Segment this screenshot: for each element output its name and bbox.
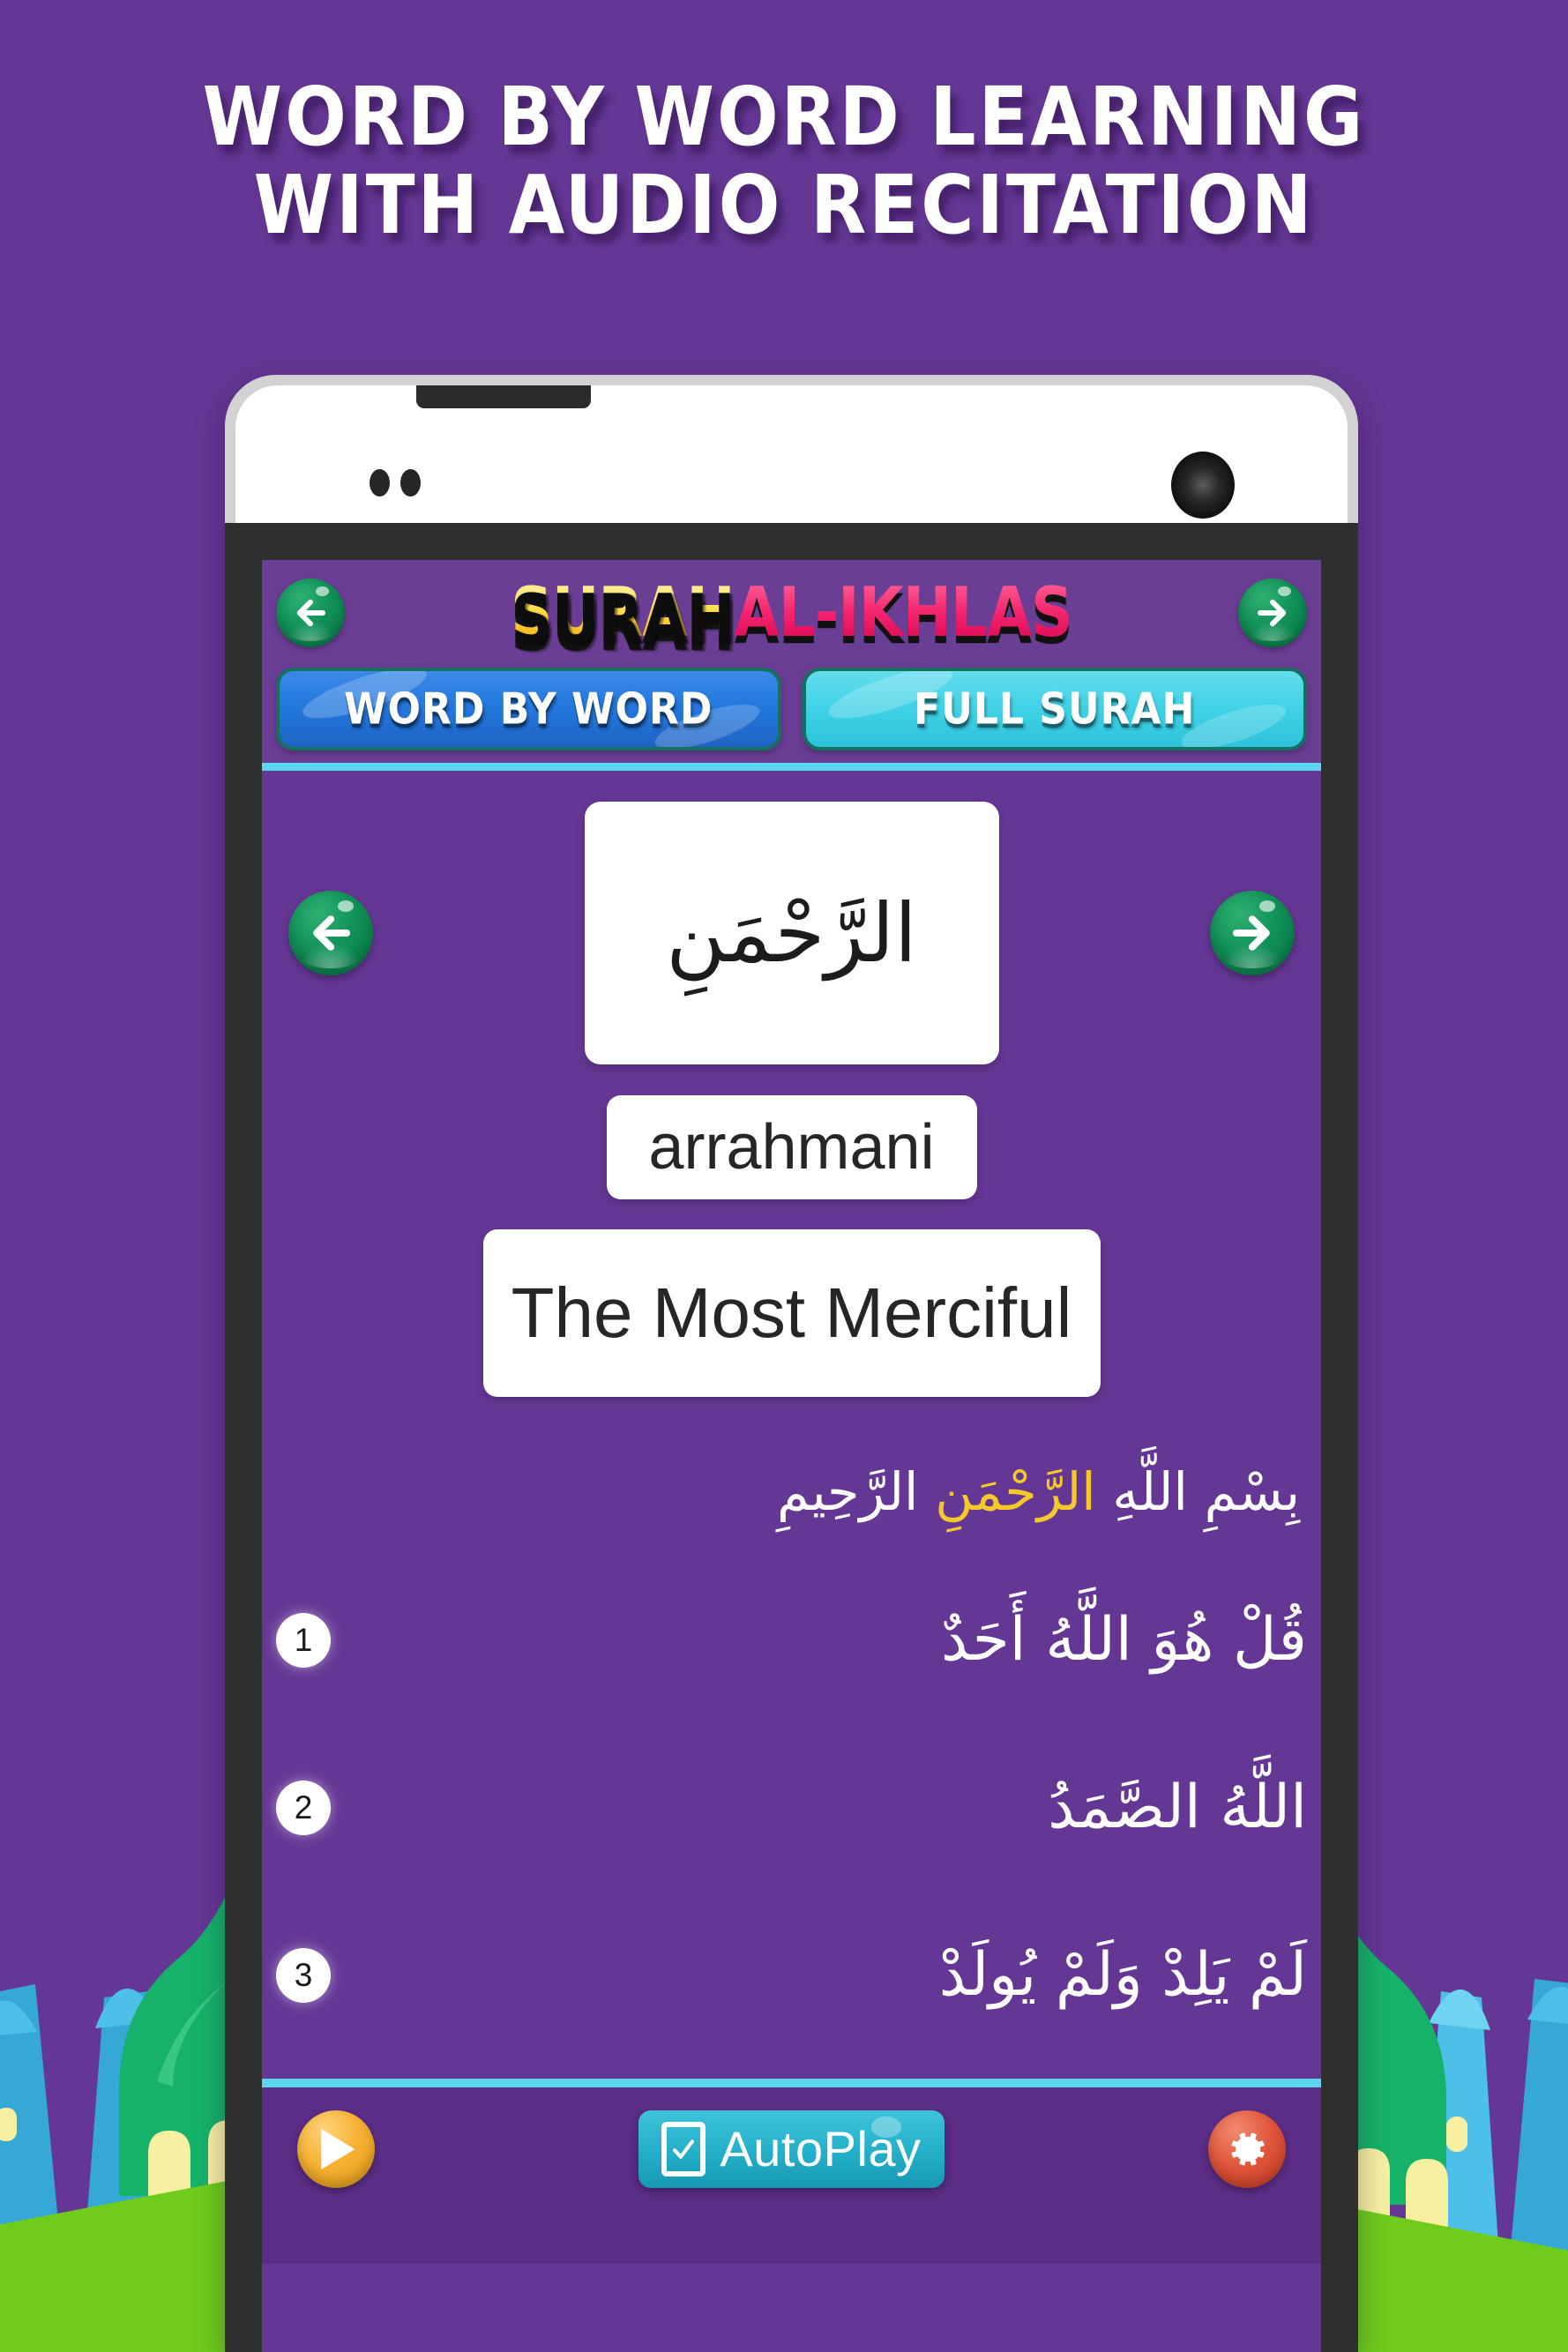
promo-headline: WORD BY WORD LEARNING WITH AUDIO RECITAT… — [0, 69, 1568, 252]
surah-title-row: SURAHAL-IKHLAS — [276, 571, 1307, 655]
gear-icon — [1231, 2132, 1265, 2166]
phone-mockup: SURAHAL-IKHLAS WORD BY WORD FULL SURAH ا… — [225, 375, 1358, 2352]
next-surah-button[interactable] — [1238, 579, 1307, 647]
settings-button[interactable] — [1207, 2109, 1286, 2188]
surah-title-primary: SURAH — [511, 571, 735, 653]
autoplay-checkbox-icon — [661, 2121, 706, 2177]
phone-bezel-top — [235, 385, 1348, 525]
sensor-dot-icon — [400, 469, 421, 497]
app-screen: SURAHAL-IKHLAS WORD BY WORD FULL SURAH ا… — [262, 560, 1321, 2352]
surah-title-secondary: AL-IKHLAS — [734, 571, 1073, 653]
autoplay-toggle[interactable]: AutoPlay — [638, 2109, 945, 2188]
play-button[interactable] — [297, 2109, 375, 2188]
surah-title: SURAHAL-IKHLAS — [354, 578, 1229, 647]
arabic-word-card[interactable]: الرَّحْمَنِ — [584, 802, 999, 1064]
headline-line-2: WITH AUDIO RECITATION — [253, 159, 1315, 253]
verse-row[interactable]: 3 لَمْ يَلِدْ وَلَمْ يُولَدْ — [276, 1892, 1307, 2059]
verse-number-badge: 3 — [276, 1947, 331, 2003]
autoplay-label: AutoPlay — [720, 2121, 922, 2177]
bismillah-highlighted-word: الرَّحْمَنِ — [935, 1461, 1096, 1522]
sensor-dot-icon — [370, 469, 390, 497]
transliteration-box: arrahmani — [606, 1095, 977, 1199]
word-card-row: الرَّحْمَنِ — [262, 801, 1321, 1065]
arrow-left-icon — [296, 599, 325, 627]
arrow-left-icon — [313, 915, 351, 951]
translation-box: The Most Merciful — [482, 1229, 1101, 1397]
phone-body: SURAHAL-IKHLAS WORD BY WORD FULL SURAH ا… — [225, 523, 1358, 2352]
verse-arabic-text: لَمْ يَلِدْ وَلَمْ يُولَدْ — [938, 1939, 1307, 2010]
bismillah-before: بِسْمِ اللَّهِ — [1095, 1461, 1300, 1522]
minaret-left-a — [0, 1984, 62, 2258]
arrow-right-icon — [1258, 599, 1287, 627]
word-card-area: الرَّحْمَنِ arrahmani The Most Merciful — [262, 771, 1321, 1397]
arabic-word-text: الرَّحْمَنِ — [666, 885, 917, 981]
verse-arabic-text: اللَّهُ الصَّمَدُ — [1048, 1772, 1307, 1842]
front-camera-icon — [1171, 452, 1235, 519]
mode-tabs: WORD BY WORD FULL SURAH — [276, 668, 1307, 750]
previous-surah-button[interactable] — [276, 579, 345, 647]
tab-full-surah-label: FULL SURAH — [914, 683, 1196, 735]
bottom-toolbar: AutoPlay — [262, 2087, 1321, 2264]
bottom-divider — [262, 2078, 1321, 2087]
tab-word-by-word-label: WORD BY WORD — [344, 683, 713, 735]
verse-row[interactable]: 1 قُلْ هُوَ اللَّهُ أَحَدٌ — [276, 1557, 1307, 1724]
minaret-left-b — [84, 1988, 172, 2258]
sensor-dots — [370, 469, 421, 497]
checkmark-icon — [673, 2139, 695, 2159]
bismillah-row[interactable]: بِسْمِ اللَّهِ الرَّحْمَنِ الرَّحِيمِ — [276, 1448, 1307, 1557]
verse-list: بِسْمِ اللَّهِ الرَّحْمَنِ الرَّحِيمِ 1 … — [262, 1448, 1321, 2059]
verse-row[interactable]: 2 اللَّهُ الصَّمَدُ — [276, 1724, 1307, 1892]
headline-line-1: WORD BY WORD LEARNING — [202, 71, 1366, 165]
translation-text: The Most Merciful — [511, 1273, 1072, 1352]
app-header: SURAHAL-IKHLAS WORD BY WORD FULL SURAH — [262, 560, 1321, 763]
bismillah-after: الرَّحِيمِ — [776, 1461, 936, 1522]
minaret-right-a — [1510, 1979, 1568, 2258]
verse-number-badge: 2 — [276, 1780, 331, 1835]
tab-word-by-word[interactable]: WORD BY WORD — [276, 668, 781, 750]
verse-number-badge: 1 — [276, 1612, 331, 1668]
minaret-right-b — [1420, 1989, 1499, 2258]
next-word-button[interactable] — [1210, 891, 1295, 975]
previous-word-button[interactable] — [288, 891, 373, 975]
arrow-right-icon — [1232, 915, 1270, 951]
tab-full-surah[interactable]: FULL SURAH — [802, 668, 1307, 750]
speaker-icon — [416, 385, 591, 408]
header-divider — [262, 763, 1321, 771]
transliteration-text: arrahmani — [648, 1112, 935, 1183]
bismillah-text: بِسْمِ اللَّهِ الرَّحْمَنِ الرَّحِيمِ — [777, 1453, 1300, 1532]
verse-arabic-text: قُلْ هُوَ اللَّهُ أَحَدٌ — [940, 1604, 1307, 1675]
